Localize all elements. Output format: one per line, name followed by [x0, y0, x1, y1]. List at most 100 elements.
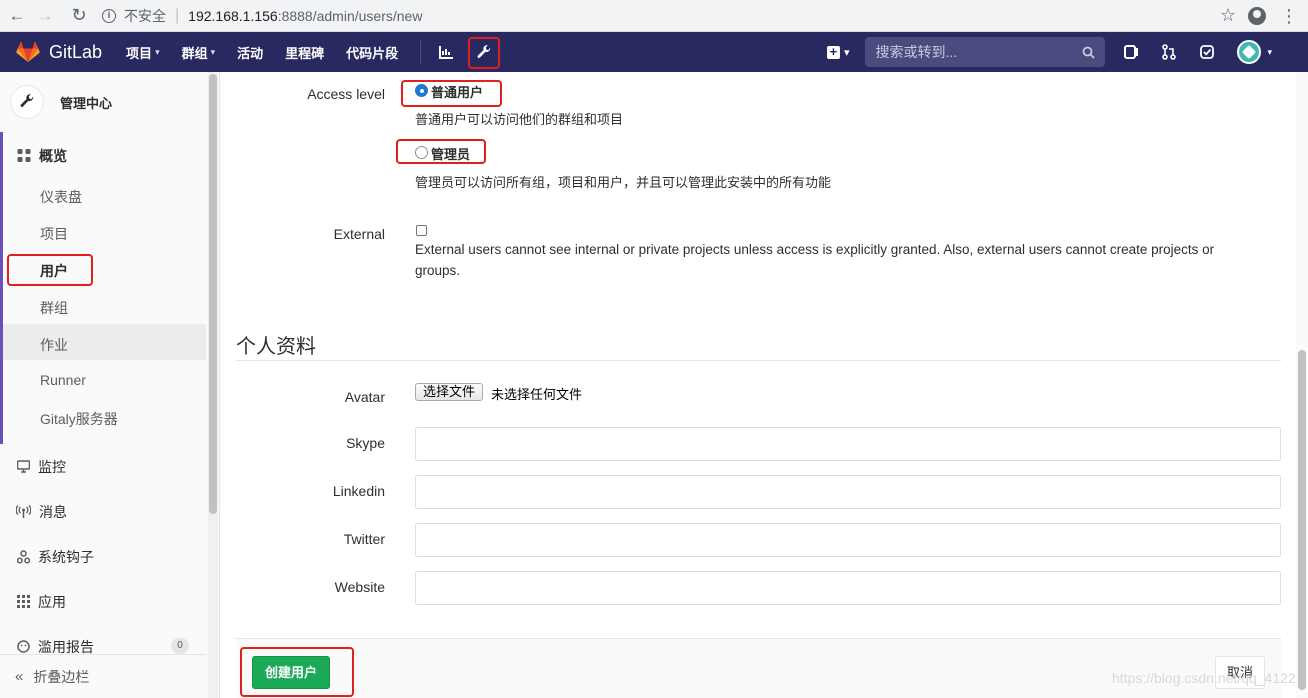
chart-icon[interactable] — [439, 45, 454, 59]
highlight-box-users — [7, 254, 93, 286]
chevron-down-icon: ▾ — [843, 46, 850, 59]
gitlab-logo-icon[interactable] — [16, 41, 40, 63]
wrench-icon — [20, 94, 34, 107]
skype-label: Skype — [346, 435, 385, 451]
search-icon — [1083, 46, 1096, 59]
external-checkbox[interactable] — [416, 225, 427, 236]
sidebar-item-label: 概览 — [39, 147, 67, 164]
apps-grid-icon — [17, 595, 30, 608]
url-host: 192.168.1.156 — [188, 7, 278, 24]
admin-area-avatar — [10, 85, 44, 119]
hook-icon — [17, 549, 30, 564]
insecure-label: 不安全 — [124, 7, 166, 24]
double-chevron-left-icon: « — [15, 668, 24, 685]
linkedin-label: Linkedin — [332, 483, 385, 499]
forward-icon[interactable]: → — [34, 5, 56, 27]
new-user-form: Access level 普通用户 普通用户可以访问他们的群组和项目 管理员 管… — [221, 72, 1308, 698]
url-path: :8888/admin/users/new — [277, 7, 423, 24]
regular-user-help: 普通用户可以访问他们的群组和项目 — [415, 112, 624, 127]
back-icon[interactable]: ← — [6, 5, 28, 27]
admin-help: 管理员可以访问所有组，项目和用户，并且可以管理此安装中的所有功能 — [415, 175, 832, 190]
info-icon[interactable]: i — [102, 8, 116, 23]
skype-field[interactable] — [415, 427, 1281, 461]
chevron-down-icon: ▾ — [155, 46, 160, 57]
broadcast-icon — [16, 505, 31, 518]
admin-area-button[interactable] — [468, 37, 500, 69]
linkedin-field[interactable] — [415, 475, 1281, 509]
sidebar-item-applications[interactable]: 应用 — [0, 583, 206, 620]
overview-section — [0, 132, 206, 444]
sidebar-item-label: 监控 — [38, 458, 66, 475]
nav-divider — [420, 40, 422, 64]
active-item-highlight — [3, 324, 206, 360]
sidebar-item-monitoring[interactable]: 监控 — [0, 448, 206, 485]
sidebar-item-label: 应用 — [38, 593, 66, 610]
grid-icon — [17, 149, 31, 162]
sidebar-header[interactable]: 管理中心 — [0, 72, 206, 132]
plus-icon: + — [826, 45, 840, 59]
website-field[interactable] — [415, 571, 1281, 605]
sidebar-item-dashboard[interactable]: 仪表盘 — [40, 187, 82, 207]
page-scrollbar[interactable] — [1296, 72, 1308, 698]
sidebar-title: 管理中心 — [60, 95, 113, 111]
sidebar-item-label: 消息 — [39, 503, 67, 520]
admin-sidebar: 管理中心 概览 仪表盘 项目 用户 群组 作业 Runner Gitaly服务器… — [0, 72, 220, 698]
reload-icon[interactable]: ↻ — [68, 5, 90, 27]
external-help-line-1: External users cannot see internal or pr… — [415, 242, 1215, 257]
nav-groups-label: 群组 — [181, 45, 208, 61]
merge-request-icon[interactable] — [1161, 44, 1177, 60]
url-separator: | — [175, 6, 180, 24]
address-bar[interactable]: i 不安全 | 192.168.1.156:8888/admin/users/n… — [102, 3, 1220, 29]
chevron-down-icon: ▾ — [210, 46, 216, 57]
bookmark-star-icon[interactable]: ☆ — [1220, 5, 1236, 26]
sidebar-item-messages[interactable]: 消息 — [0, 493, 206, 530]
choose-file-button[interactable]: 选择文件 — [415, 383, 484, 401]
header-right: + ▾ 搜索或转到... ▾ — [826, 32, 1308, 72]
website-label: Website — [334, 579, 385, 595]
external-help-line-2: groups. — [415, 263, 461, 278]
gitlab-header: GitLab 项目 ▾ 群组 ▾ 活动 里程碑 代码片段 + ▾ 搜索或转到... … — [0, 32, 1308, 72]
search-input[interactable]: 搜索或转到... — [865, 37, 1106, 67]
twitter-field[interactable] — [415, 523, 1281, 557]
form-actions: 创建用户 取消 — [236, 638, 1281, 698]
search-placeholder: 搜索或转到... — [875, 44, 958, 60]
todo-icon[interactable] — [1199, 45, 1215, 59]
nav-projects-label: 项目 — [126, 45, 153, 61]
new-dropdown-button[interactable]: + ▾ — [826, 45, 850, 59]
page-scroll-thumb[interactable] — [1298, 350, 1306, 690]
monitor-icon — [17, 460, 30, 473]
nav-milestones[interactable]: 里程碑 — [285, 43, 324, 62]
sidebar-item-groups[interactable]: 群组 — [40, 298, 68, 318]
issues-icon[interactable] — [1123, 44, 1139, 60]
gitlab-brand[interactable]: GitLab — [49, 42, 102, 63]
abuse-count-badge: 0 — [171, 638, 189, 654]
sidebar-item-projects[interactable]: 项目 — [40, 224, 68, 244]
wrench-icon — [477, 45, 491, 58]
sidebar-item-gitaly[interactable]: Gitaly服务器 — [40, 409, 118, 429]
sidebar-item-label: 系统钩子 — [38, 548, 94, 565]
collapse-sidebar-button[interactable]: « 折叠边栏 — [0, 654, 206, 698]
sidebar-item-system-hooks[interactable]: 系统钩子 — [0, 538, 206, 575]
nav-projects[interactable]: 项目 ▾ — [126, 43, 160, 62]
highlight-box-create — [240, 647, 354, 697]
avatar-label: Avatar — [344, 389, 385, 405]
sidebar-item-overview[interactable]: 概览 — [0, 137, 206, 174]
abuse-icon — [17, 640, 30, 653]
sidebar-item-runner[interactable]: Runner — [40, 372, 86, 388]
user-avatar[interactable] — [1237, 40, 1262, 64]
sidebar-item-jobs[interactable]: 作业 — [40, 335, 68, 355]
highlight-box-regular — [401, 80, 502, 107]
collapse-label: 折叠边栏 — [33, 668, 90, 685]
nav-snippets[interactable]: 代码片段 — [346, 43, 398, 62]
nav-groups[interactable]: 群组 ▾ — [182, 43, 216, 62]
twitter-label: Twitter — [343, 531, 385, 547]
browser-toolbar: ← → ↻ i 不安全 | 192.168.1.156:8888/admin/u… — [0, 0, 1308, 32]
highlight-box-admin — [396, 139, 486, 164]
account-icon[interactable] — [1248, 6, 1266, 25]
sidebar-scrollbar[interactable] — [208, 72, 218, 698]
access-level-label: Access level — [307, 86, 385, 102]
chevron-down-icon[interactable]: ▾ — [1267, 47, 1272, 58]
nav-activity[interactable]: 活动 — [237, 43, 263, 62]
section-divider — [236, 360, 1281, 361]
browser-menu-icon[interactable]: ⋮ — [1280, 7, 1298, 25]
